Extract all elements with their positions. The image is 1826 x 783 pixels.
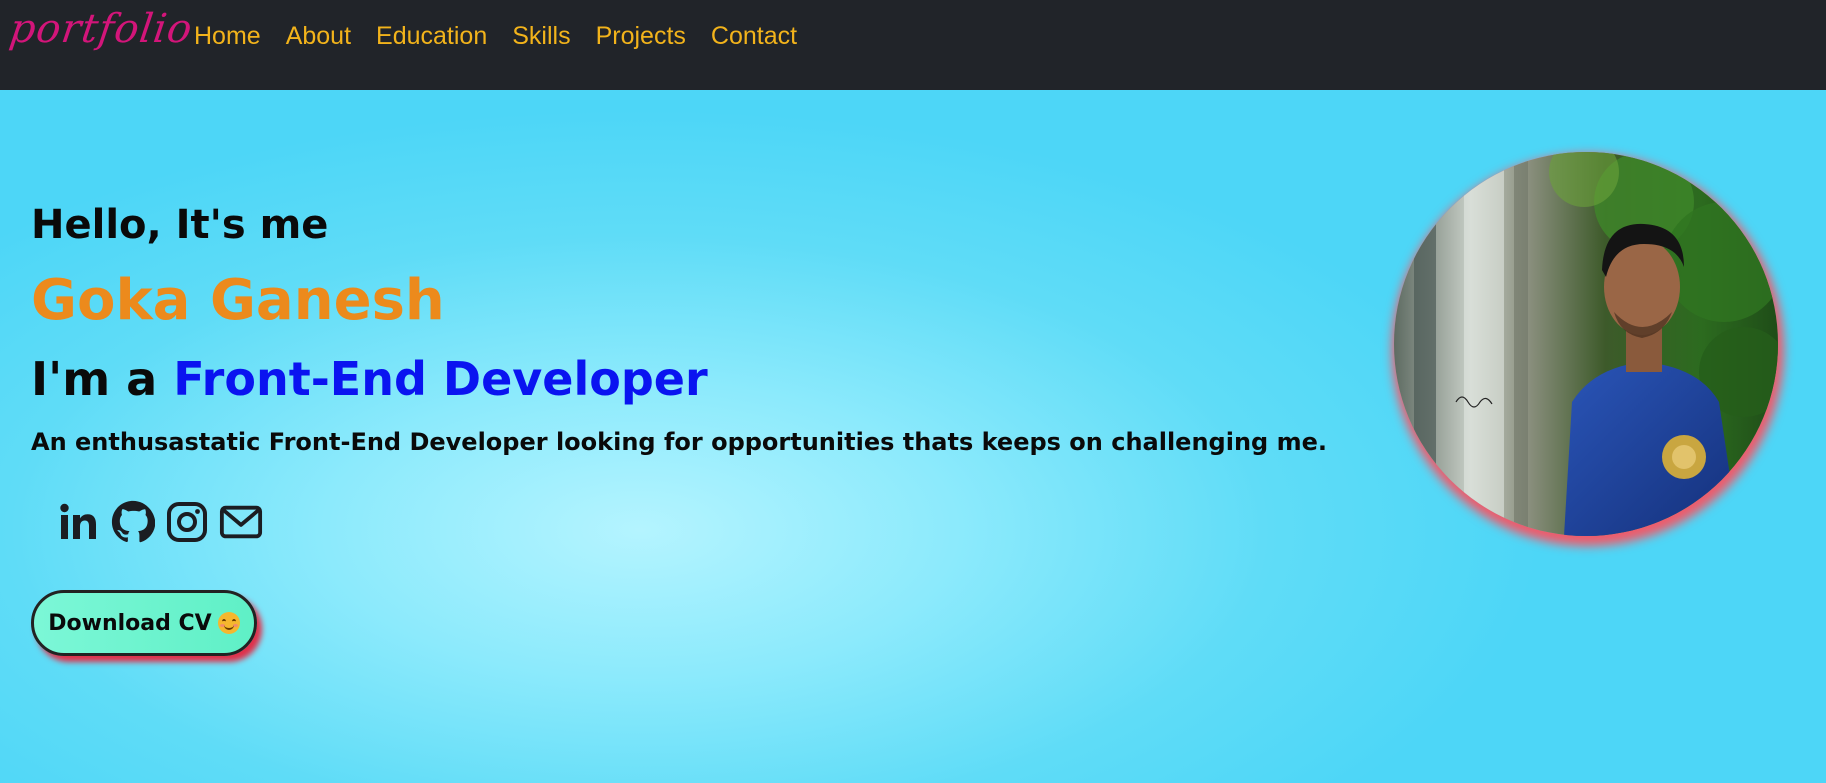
hero-section: Hello, It's me Goka Ganesh I'm a Front-E… xyxy=(0,90,1826,783)
hero-role-line: I'm a Front-End Developer xyxy=(31,352,708,406)
nav-link-education[interactable]: Education xyxy=(376,22,487,51)
hero-role: Front-End Developer xyxy=(173,352,708,406)
nav-links: Home About Education Skills Projects Con… xyxy=(194,22,797,51)
hero-greeting: Hello, It's me xyxy=(31,202,329,248)
social-links xyxy=(57,500,263,544)
navbar: portfolio Home About Education Skills Pr… xyxy=(0,0,1826,90)
mail-icon[interactable] xyxy=(219,500,263,544)
profile-photo xyxy=(1394,152,1778,536)
nav-link-contact[interactable]: Contact xyxy=(711,22,797,51)
nav-link-home[interactable]: Home xyxy=(194,22,261,51)
profile-photo-illustration xyxy=(1394,152,1778,536)
nav-link-skills[interactable]: Skills xyxy=(512,22,570,51)
download-cv-button[interactable]: Download CV xyxy=(31,590,257,656)
nav-link-about[interactable]: About xyxy=(286,22,351,51)
download-cv-label: Download CV xyxy=(48,610,212,636)
instagram-icon[interactable] xyxy=(165,500,209,544)
github-icon[interactable] xyxy=(111,500,155,544)
linkedin-icon[interactable] xyxy=(57,500,101,544)
hero-name: Goka Ganesh xyxy=(31,268,445,333)
role-prefix: I'm a xyxy=(31,352,174,406)
smile-emoji-icon xyxy=(217,612,240,634)
nav-link-projects[interactable]: Projects xyxy=(596,22,686,51)
brand-logo[interactable]: portfolio xyxy=(7,6,196,52)
hero-tagline: An enthusastatic Front-End Developer loo… xyxy=(31,428,1327,456)
